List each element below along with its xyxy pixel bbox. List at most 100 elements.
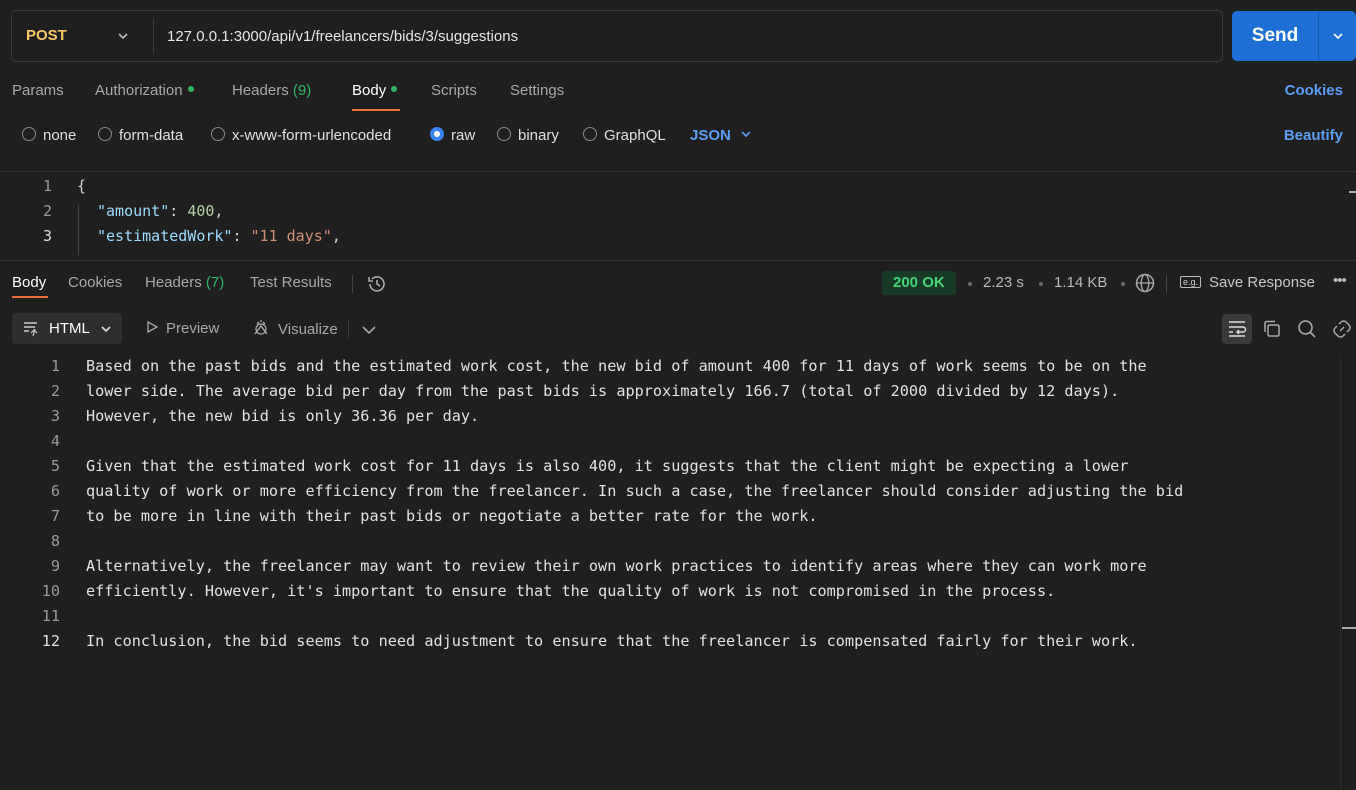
response-line: 3 However, the new bid is only 36.36 per … [0,407,1340,432]
response-text: efficiently. However, it's important to … [86,582,1056,600]
tab-response-headers[interactable]: Headers (7) [145,274,224,291]
line-number: 2 [50,382,60,400]
response-time[interactable]: 2.23 s [983,274,1024,291]
visualize-button[interactable]: Visualize [251,320,338,340]
send-button[interactable]: Send [1232,11,1318,61]
scrollbar[interactable] [1340,355,1356,790]
response-line: 1 Based on the past bids and the estimate… [0,357,1340,382]
request-url-bar: POST 127.0.0.1:3000/api/v1/freelancers/b… [11,10,1356,62]
visualize-label: Visualize [278,320,338,338]
radio-label: binary [518,127,559,144]
divider [348,319,349,339]
line-number: 4 [50,432,60,450]
save-response-button[interactable]: e.g. Save Response [1180,274,1315,291]
response-text: to be more in line with their past bids … [86,507,818,525]
radio-urlencoded[interactable]: x-www-form-urlencoded [211,127,391,144]
tab-headers[interactable]: Headers (9) [232,82,311,99]
line-number: 12 [41,632,60,650]
response-text: Alternatively, the freelancer may want t… [86,557,1147,575]
globe-icon[interactable] [1133,271,1157,295]
response-line: 9 Alternatively, the freelancer may want … [0,557,1340,582]
radio-circle-icon [497,127,511,142]
link-icon[interactable] [1330,317,1354,341]
json-number: 400 [187,202,215,220]
response-text: quality of work or more efficiency from … [86,482,1184,500]
active-indicator-icon [391,86,398,93]
headers-count: (7) [205,274,225,291]
response-line: 12 In conclusion, the bid seems to need a… [0,632,1340,657]
line-number: 7 [50,507,60,525]
line-number: 9 [50,557,60,575]
request-tabs: Params Authorization Headers (9) Body Sc… [0,78,1356,112]
chevron-down-icon [101,326,111,333]
response-format-select[interactable]: HTML [12,313,122,344]
tab-label: Authorization [95,82,183,99]
editor-line: 3 "estimatedWork": "11 days", [0,227,1340,252]
send-options-button[interactable] [1318,11,1356,61]
active-tab-underline [352,109,400,111]
line-number: 2 [42,202,52,220]
editor-line: 1 { [0,177,1340,202]
response-tabs: Body Cookies Headers (7) Test Results 20… [0,270,1356,300]
response-size[interactable]: 1.14 KB [1054,274,1107,291]
code-text: { [77,177,87,195]
response-toolbar: HTML Preview Visualize [0,313,1356,345]
pane-resize-handle[interactable] [0,260,1356,261]
line-number: 1 [50,357,60,375]
format-label: JSON [690,127,731,144]
radio-binary[interactable]: binary [497,127,559,144]
response-body-viewer[interactable]: 1 Based on the past bids and the estimate… [0,355,1340,790]
tab-response-cookies[interactable]: Cookies [68,274,122,291]
preview-button[interactable]: Preview [145,320,219,337]
tab-response-body[interactable]: Body [12,274,46,291]
more-options-icon[interactable]: ••• [1333,272,1347,289]
line-number: 5 [50,457,60,475]
radio-graphql[interactable]: GraphQL [583,127,666,144]
format-select[interactable]: JSON [690,127,753,144]
response-line: 8 [0,532,1340,557]
status-badge[interactable]: 200 OK [882,271,956,295]
search-icon[interactable] [1295,317,1319,341]
json-colon: : [232,227,251,245]
url-input[interactable]: 127.0.0.1:3000/api/v1/freelancers/bids/3… [167,28,518,45]
line-number: 8 [50,532,60,550]
radio-label: raw [451,127,476,144]
editor-line: 2 "amount": 400, [0,202,1340,227]
copy-icon[interactable] [1260,317,1284,341]
separator-dot [1039,282,1043,286]
radio-label: GraphQL [604,127,666,144]
chevron-down-icon[interactable] [357,318,381,342]
radio-raw[interactable]: raw [430,127,475,144]
wrap-lines-button[interactable] [1222,314,1252,344]
response-text: Based on the past bids and the estimated… [86,357,1147,375]
response-text: However, the new bid is only 36.36 per d… [86,407,480,425]
tab-authorization[interactable]: Authorization [95,82,194,99]
tab-label: Headers [145,274,202,291]
json-key: "estimatedWork" [97,227,233,245]
response-line: 6 quality of work or more efficiency from… [0,482,1340,507]
response-text: Given that the estimated work cost for 1… [86,457,1129,475]
response-line: 10 efficiently. However, it's important t… [0,582,1340,607]
radio-none[interactable]: none [22,127,76,144]
tab-scripts[interactable]: Scripts [431,82,477,99]
url-input-container: POST 127.0.0.1:3000/api/v1/freelancers/b… [11,10,1223,62]
request-body-editor[interactable]: 1 { 2 "amount": 400, 3 "estimatedWork": … [0,171,1356,255]
tab-settings[interactable]: Settings [510,82,564,99]
chevron-down-icon [741,131,751,138]
tab-body[interactable]: Body [352,82,398,99]
cookies-link[interactable]: Cookies [1285,82,1343,99]
chevron-down-icon[interactable] [116,29,130,43]
history-icon[interactable] [365,272,389,296]
tab-params[interactable]: Params [12,82,64,99]
beautify-link[interactable]: Beautify [1284,127,1343,144]
format-label: HTML [49,320,90,337]
tab-test-results[interactable]: Test Results [250,274,332,291]
response-line: 11 [0,607,1340,632]
response-text: lower side. The average bid per day from… [86,382,1120,400]
line-number: 1 [42,177,52,195]
visualize-icon [254,320,268,335]
method-select[interactable]: POST [26,27,67,44]
radio-label: x-www-form-urlencoded [232,127,392,144]
divider [1166,275,1167,293]
radio-form-data[interactable]: form-data [98,127,183,144]
